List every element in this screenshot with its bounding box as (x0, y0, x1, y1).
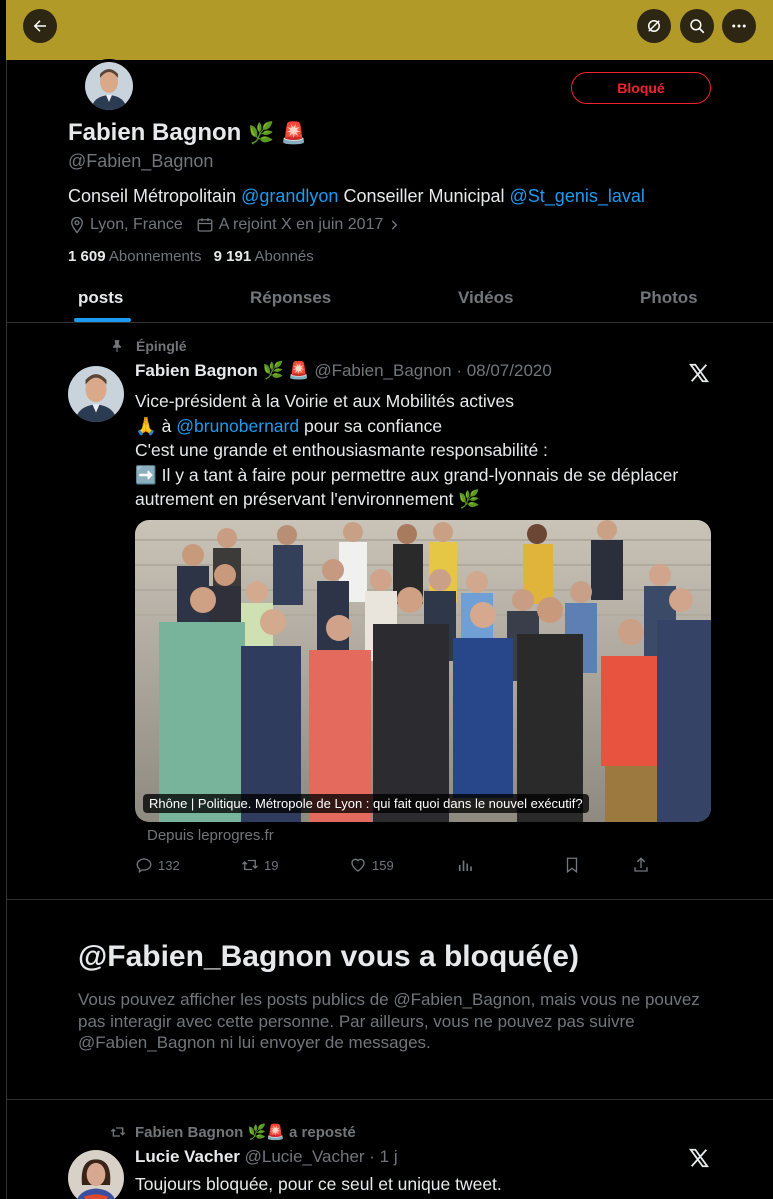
following-link[interactable]: 1 609 Abonnements (68, 248, 201, 265)
calendar-icon (197, 218, 213, 232)
notice-divider (7, 1099, 773, 1100)
back-button[interactable] (23, 9, 57, 43)
views-button[interactable] (456, 856, 474, 874)
repost-post-text: Toujours bloquée, pour ce seul et unique… (135, 1174, 502, 1194)
followers-link[interactable]: 9 191 Abonnés (214, 248, 314, 265)
post-text: Vice-président à la Voirie et aux Mobili… (135, 389, 735, 512)
repost-indicator-icon (110, 1127, 126, 1137)
link-card-source[interactable]: Depuis leprogres.fr (147, 827, 274, 844)
post-line-3: C'est une grande et enthousiasmante resp… (135, 440, 548, 460)
profile-stats: 1 609 Abonnements 9 191 Abonnés (68, 248, 314, 265)
profile-handle: @Fabien_Bagnon (68, 151, 214, 171)
grok-icon (648, 20, 660, 32)
bookmark-icon (566, 857, 578, 874)
repost-post-header: Lucie Vacher @Lucie_Vacher · 1 j (135, 1147, 398, 1167)
views-icon (458, 860, 472, 871)
search-button[interactable] (680, 9, 714, 43)
post-line-1: Vice-président à la Voirie et aux Mobili… (135, 391, 515, 411)
block-notice-title: @Fabien_Bagnon vous a bloqué(e) (78, 940, 579, 973)
repost-button[interactable]: 19 (241, 856, 278, 874)
left-border (6, 60, 7, 1199)
profile-meta: Lyon, France A rejoint X en juin 2017 (68, 216, 401, 234)
profile-location: Lyon, France (90, 216, 183, 233)
search-icon (690, 19, 705, 34)
profile-avatar[interactable] (82, 59, 136, 113)
more-icon (732, 24, 746, 28)
back-arrow-icon (33, 20, 46, 32)
bio-text-2: Conseiller Municipal (338, 186, 510, 206)
post-line-4: ➡️ Il y a tant à faire pour permettre au… (135, 464, 679, 510)
bookmark-button[interactable] (563, 856, 581, 874)
profile-joined: A rejoint X en juin 2017 (218, 216, 384, 233)
reply-button[interactable]: 132 (135, 856, 180, 874)
post-line-2: 🙏 à @brunobernard pour sa confiance (135, 415, 443, 436)
repost-author-avatar[interactable] (68, 1150, 124, 1199)
bio-text-1: Conseil Métropolitain (68, 186, 242, 206)
pin-icon (112, 340, 122, 352)
like-icon (351, 858, 365, 872)
repost-x-button[interactable] (688, 1147, 712, 1171)
chevron-right-icon[interactable] (387, 218, 401, 232)
post-author-name[interactable]: Fabien Bagnon (135, 361, 258, 380)
x-logo-icon (688, 363, 710, 383)
link-card-image[interactable] (135, 520, 711, 822)
profile-name-text: Fabien Bagnon (68, 119, 242, 146)
post-x-button[interactable] (688, 362, 712, 386)
like-count: 159 (372, 857, 394, 873)
x-logo-icon (688, 1148, 710, 1168)
share-button[interactable] (632, 856, 650, 874)
post-author-avatar[interactable] (68, 366, 124, 422)
reply-count: 132 (158, 857, 180, 873)
repost-author-name[interactable]: Lucie Vacher (135, 1147, 240, 1166)
link-card-caption[interactable]: Rhône | Politique. Métropole de Lyon : q… (143, 794, 589, 813)
more-button[interactable] (722, 9, 756, 43)
repost-handle-time[interactable]: @Lucie_Vacher · 1 j (245, 1147, 398, 1166)
pinned-label: Épinglé (110, 338, 187, 354)
post-divider (7, 899, 773, 900)
profile-name: Fabien Bagnon 🌿 🚨 (68, 119, 307, 147)
repost-icon (242, 859, 258, 871)
location-icon (71, 216, 83, 234)
tab-replies[interactable]: Réponses (250, 288, 331, 308)
profile-screen: Bloqué Fabien Bagnon 🌿 🚨 @Fabien_Bagnon … (0, 0, 773, 1199)
grok-button[interactable] (637, 9, 671, 43)
repost-label: Fabien Bagnon 🌿🚨 a reposté (110, 1123, 356, 1141)
tab-photos[interactable]: Photos (640, 288, 698, 308)
profile-bio: Conseil Métropolitain @grandlyon Conseil… (68, 186, 645, 207)
mention-brunobernard[interactable]: @brunobernard (176, 416, 299, 436)
share-icon (634, 857, 648, 872)
reply-icon (136, 858, 152, 874)
bio-link-stgenislaval[interactable]: @St_genis_laval (510, 186, 645, 206)
leaf-emoji: 🌿 (248, 122, 275, 145)
post-handle-date[interactable]: @Fabien_Bagnon · 08/07/2020 (314, 361, 552, 380)
siren-emoji: 🚨 (280, 122, 307, 145)
repost-count: 19 (264, 857, 279, 873)
pinned-text: Épinglé (136, 338, 187, 354)
post-header: Fabien Bagnon 🌿 🚨 @Fabien_Bagnon · 08/07… (135, 361, 552, 381)
bio-link-grandlyon[interactable]: @grandlyon (241, 186, 338, 206)
blocked-button[interactable]: Bloqué (571, 72, 711, 104)
like-button[interactable]: 159 (349, 856, 394, 874)
tab-posts[interactable]: posts (78, 288, 123, 308)
reposter-text[interactable]: Fabien Bagnon 🌿🚨 a reposté (135, 1123, 356, 1141)
block-notice-text: Vous pouvez afficher les posts publics d… (78, 990, 700, 1052)
post-author-emojis: 🌿 🚨 (262, 361, 310, 380)
avatar-image (85, 62, 133, 110)
tabs-divider (7, 322, 773, 323)
tab-videos[interactable]: Vidéos (458, 288, 513, 308)
